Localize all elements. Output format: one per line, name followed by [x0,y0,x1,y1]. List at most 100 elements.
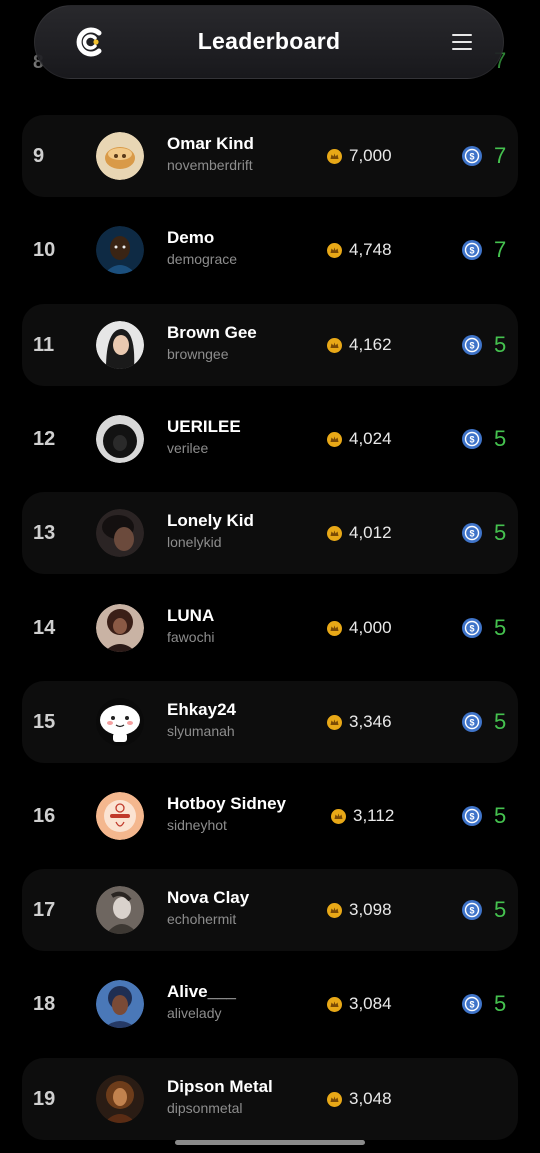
leaderboard-row[interactable]: 11 Brown Gee browngee 4,162 $ 5 [22,304,518,386]
reward-value: 5 [494,709,507,734]
username: demograce [167,251,238,267]
coin-icon [327,1091,342,1107]
leaderboard-row[interactable]: 18 Alive___ alivelady 3,084 $ 5 [22,963,518,1045]
rank-number: 15 [33,710,56,733]
username: verilee [167,440,209,456]
username: slyumanah [167,723,235,739]
usdc-icon: $ [462,712,482,732]
username: sidneyhot [167,817,227,833]
svg-text:$: $ [469,435,474,445]
points-value: 3,048 [349,1089,392,1108]
points-value: 3,098 [349,900,392,919]
avatar [96,509,144,557]
svg-text:$: $ [469,152,474,162]
avatar [96,886,144,934]
display-name: Ehkay24 [167,700,236,719]
avatar [96,132,144,180]
username: echohermit [167,911,237,927]
coin-icon [327,431,342,447]
coin-icon [327,242,342,258]
rank-number: 19 [33,1087,56,1110]
svg-text:$: $ [469,906,474,916]
display-name: Alive___ [167,982,236,1001]
hamburger-menu-icon[interactable] [452,34,472,52]
usdc-icon: $ [462,146,482,166]
leaderboard-row[interactable]: 12 UERILEE verilee 4,024 $ 5 [22,398,518,480]
username: alivelady [167,1005,222,1021]
points-value: 4,012 [349,523,392,542]
reward-value: 7 [494,143,507,168]
username: dipsonmetal [167,1100,243,1116]
usdc-icon: $ [462,429,482,449]
rank-number: 12 [33,427,56,450]
top-navigation-bar: Leaderboard [34,5,504,79]
leaderboard-list[interactable]: 8 7 9 Omar Kind novemberdrift 7,000 $ 7 … [0,0,540,1153]
svg-text:$: $ [469,718,474,728]
reward-value: 5 [494,803,507,828]
leaderboard-row[interactable]: 19 Dipson Metal dipsonmetal 3,048 [22,1058,518,1140]
svg-text:$: $ [469,812,474,822]
svg-text:$: $ [469,624,474,634]
coin-icon [327,902,342,918]
svg-text:$: $ [469,341,474,351]
display-name: Lonely Kid [167,511,254,530]
avatar [96,415,144,463]
usdc-icon: $ [462,618,482,638]
username: fawochi [167,629,215,645]
points-value: 4,024 [349,429,392,448]
display-name: Demo [167,228,215,247]
coin-icon [331,808,346,824]
avatar [96,980,144,1028]
usdc-icon: $ [462,523,482,543]
rank-number: 13 [33,521,56,544]
username: browngee [167,346,229,362]
home-indicator[interactable] [175,1140,365,1145]
usdc-icon: $ [462,335,482,355]
points-value: 3,346 [349,712,392,731]
rank-number: 16 [33,804,56,827]
reward-value: 5 [494,615,507,640]
reward-value: 5 [494,897,507,922]
reward-value: 5 [494,991,507,1016]
leaderboard-row[interactable]: 14 LUNA fawochi 4,000 $ 5 [22,587,518,669]
avatar [96,226,144,274]
display-name: Hotboy Sidney [167,794,287,813]
usdc-icon: $ [462,900,482,920]
rank-number: 11 [33,333,55,356]
points-value: 4,162 [349,335,392,354]
coin-icon [327,714,342,730]
coin-icon [327,620,342,636]
leaderboard-row[interactable]: 10 Demo demograce 4,748 $ 7 [22,209,518,291]
points-value: 4,748 [349,240,392,259]
points-value: 7,000 [349,146,392,165]
points-value: 3,084 [349,994,392,1013]
avatar [96,1075,144,1123]
display-name: Brown Gee [167,323,257,342]
rank-number: 18 [33,992,56,1015]
rank-number: 9 [33,144,45,167]
display-name: Omar Kind [167,134,254,153]
leaderboard-row[interactable]: 17 Nova Clay echohermit 3,098 $ 5 [22,869,518,951]
svg-text:$: $ [469,246,474,256]
display-name: UERILEE [167,417,241,436]
rank-number: 10 [33,238,56,261]
leaderboard-row[interactable]: 9 Omar Kind novemberdrift 7,000 $ 7 [22,115,518,197]
avatar [96,792,144,840]
coin-icon [327,996,342,1012]
points-value: 4,000 [349,618,392,637]
usdc-icon: $ [462,240,482,260]
coin-icon [327,148,342,164]
coin-icon [327,337,342,353]
leaderboard-row[interactable]: 16 Hotboy Sidney sidneyhot 3,112 $ 5 [22,775,518,857]
rank-number: 17 [33,898,56,921]
svg-text:$: $ [469,1000,474,1010]
leaderboard-row[interactable]: 15 Ehkay24 slyumanah 3,346 $ 5 [22,681,518,763]
username: lonelykid [167,534,222,550]
coin-icon [327,525,342,541]
display-name: LUNA [167,606,215,625]
page-title: Leaderboard [197,28,341,54]
display-name: Nova Clay [167,888,250,907]
leaderboard-row[interactable]: 13 Lonely Kid lonelykid 4,012 $ 5 [22,492,518,574]
avatar [96,604,144,652]
avatar [96,698,144,746]
